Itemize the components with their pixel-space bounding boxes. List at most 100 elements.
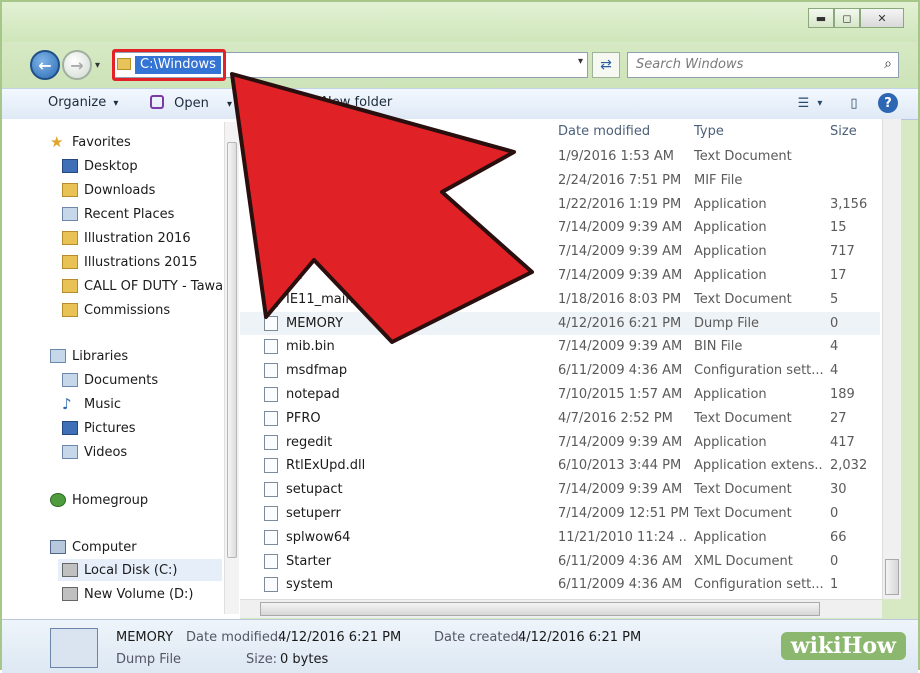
file-type: XML Document [694, 553, 793, 569]
new-folder-button[interactable]: New folder [322, 95, 392, 110]
search-input[interactable]: Search Windows [636, 57, 743, 72]
refresh-button[interactable]: ⇄ [592, 52, 620, 78]
open-button[interactable]: Open ▾ [150, 95, 232, 111]
file-row[interactable]: splwow64 11/21/2010 11:24 ... Application 6… [240, 526, 880, 549]
chevron-down-icon[interactable]: ▾ [578, 56, 583, 67]
horizontal-scrollbar-thumb[interactable] [260, 602, 820, 616]
nav-homegroup[interactable]: Homegroup [50, 489, 148, 511]
close-button[interactable]: ✕ [860, 8, 904, 28]
file-row[interactable]: RtlExUpd.dll 6/10/2013 3:44 PM Application… [240, 454, 880, 477]
file-icon [264, 387, 278, 402]
file-name: hh [286, 268, 303, 283]
search-box[interactable]: Search Windows ⌕ [627, 52, 899, 78]
nav-libraries[interactable]: Libraries [50, 345, 128, 367]
column-header-size[interactable]: Size [830, 124, 857, 139]
file-name: Starter [286, 553, 332, 569]
file-name: Help [286, 244, 316, 260]
file-icon [264, 529, 278, 545]
file-row[interactable]: msdfmap 6/11/2009 4:36 AM Configuration se… [240, 359, 880, 382]
title-bar: ▬ ◻ ✕ [2, 2, 918, 42]
nav-item-music[interactable]: ♪ Music [62, 393, 121, 415]
file-date-modified: 1/18/2016 8:03 PM [558, 291, 682, 307]
preview-pane-button[interactable]: ▯ [844, 93, 864, 113]
file-type: Application extens... [694, 458, 824, 474]
recent-pages-dropdown-icon[interactable]: ▾ [95, 60, 100, 71]
computer-icon [50, 540, 66, 554]
nav-computer[interactable]: Computer [50, 536, 137, 558]
file-row[interactable]: 1/9/2016 1:53 AM Text Document [240, 145, 880, 168]
file-type: Application [694, 196, 767, 212]
nav-label: Favorites [72, 134, 131, 150]
nav-favorites[interactable]: ★ Favorites [50, 131, 131, 153]
file-row[interactable]: 1/22/2016 1:19 PM Application 3,156 [240, 193, 880, 216]
organize-button[interactable]: Organize ▾ [48, 95, 118, 110]
horizontal-scrollbar[interactable] [240, 599, 882, 618]
file-row[interactable]: setupact 7/14/2009 9:39 AM Text Document 30 [240, 478, 880, 501]
explorer-window: ▬ ◻ ✕ ← → ▾ C:\Windows ▾ ⇄ Search Window… [0, 0, 920, 673]
file-date-modified: 6/11/2009 4:36 AM [558, 553, 683, 569]
file-row[interactable]: notepad 7/10/2015 1:57 AM Application 189 [240, 383, 880, 406]
nav-item-videos[interactable]: Videos [62, 441, 127, 463]
file-row[interactable]: IE11_main 1/18/2016 8:03 PM Text Document 5 [240, 288, 880, 311]
change-view-button[interactable]: ☰ ▾ [798, 93, 823, 113]
file-date-modified: 7/14/2009 9:39 AM [558, 268, 683, 283]
minimize-button[interactable]: ▬ [808, 8, 834, 28]
nav-scrollbar[interactable] [224, 122, 239, 614]
chevron-down-icon[interactable]: ▾ [227, 99, 232, 110]
file-date-modified: 2/24/2016 7:51 PM [558, 172, 682, 188]
file-list-scrollbar-thumb[interactable] [885, 559, 899, 595]
nav-item-downloads[interactable]: Downloads [62, 179, 155, 201]
nav-scrollbar-thumb[interactable] [227, 142, 237, 558]
help-button[interactable]: ? [878, 93, 898, 113]
file-size: 1 [830, 577, 839, 593]
maximize-button[interactable]: ◻ [834, 8, 860, 28]
file-row[interactable]: fve 7/14/2009 9:39 AM Application 15 [240, 216, 880, 239]
search-icon[interactable]: ⌕ [884, 56, 892, 72]
file-type: Application [694, 244, 767, 260]
column-header-type[interactable]: Type [694, 124, 724, 139]
view-controls: ☰ ▾ ▯ ? [798, 93, 898, 113]
file-row[interactable]: Starter 6/11/2009 4:36 AM XML Document 0 [240, 550, 880, 573]
nav-item-illustrations-2015[interactable]: Illustrations 2015 [62, 251, 197, 273]
nav-item-pictures[interactable]: Pictures [62, 417, 135, 439]
file-type: Text Document [694, 482, 792, 498]
file-row[interactable]: regedit 7/14/2009 9:39 AM Application 417 [240, 431, 880, 454]
file-row[interactable]: Help 7/14/2009 9:39 AM Application 717 [240, 240, 880, 263]
nav-item-documents[interactable]: Documents [62, 369, 158, 391]
date-modified-value: 4/12/2016 6:21 PM [278, 630, 402, 645]
file-row[interactable]: PFRO 4/7/2016 2:52 PM Text Document 27 [240, 407, 880, 430]
file-row[interactable]: MEMORY 4/12/2016 6:21 PM Dump File 0 [240, 311, 880, 335]
file-name: fve [286, 220, 307, 236]
nav-label: Libraries [72, 348, 129, 364]
libraries-icon [50, 349, 66, 363]
file-row[interactable]: system 6/11/2009 4:36 AM Configuration set… [240, 573, 880, 596]
nav-item-commissions[interactable]: Commissions [62, 299, 170, 321]
recent-places-icon [62, 207, 78, 221]
file-icon [264, 339, 278, 355]
file-date-modified: 1/22/2016 1:19 PM [558, 196, 682, 212]
file-type: Configuration sett... [694, 363, 824, 379]
file-row[interactable]: 2/24/2016 7:51 PM MIF File [240, 169, 880, 192]
file-type: MIF File [694, 172, 743, 188]
file-icon [264, 506, 278, 521]
file-icon [264, 458, 278, 474]
nav-item-desktop[interactable]: Desktop [62, 155, 138, 177]
nav-item-call-of-duty[interactable]: CALL OF DUTY - Tawa [62, 275, 224, 297]
file-type: Text Document [694, 291, 792, 307]
forward-button[interactable]: → [62, 50, 92, 80]
column-header-date[interactable]: Date modified [558, 124, 650, 139]
file-name: msdfmap [286, 363, 348, 379]
nav-item-local-disk-c[interactable]: Local Disk (C:) [58, 559, 222, 581]
file-preview-icon [50, 628, 98, 668]
file-row[interactable]: hh 7/14/2009 9:39 AM Application 17 [240, 264, 880, 287]
file-row[interactable]: mib.bin 7/14/2009 9:39 AM BIN File 4 [240, 335, 880, 358]
file-row[interactable]: setuperr 7/14/2009 12:51 PM Text Document 0 [240, 502, 880, 525]
nav-item-illustration-2016[interactable]: Illustration 2016 [62, 227, 191, 249]
file-date-modified: 6/10/2013 3:44 PM [558, 458, 682, 474]
nav-item-new-volume-d[interactable]: New Volume (D:) [62, 583, 194, 605]
nav-label: Computer [72, 539, 137, 555]
back-button[interactable]: ← [30, 50, 60, 80]
address-row: ← → ▾ C:\Windows ▾ ⇄ Search Windows ⌕ [2, 42, 918, 88]
file-list-scrollbar[interactable] [882, 119, 901, 599]
nav-item-recent-places[interactable]: Recent Places [62, 203, 174, 225]
